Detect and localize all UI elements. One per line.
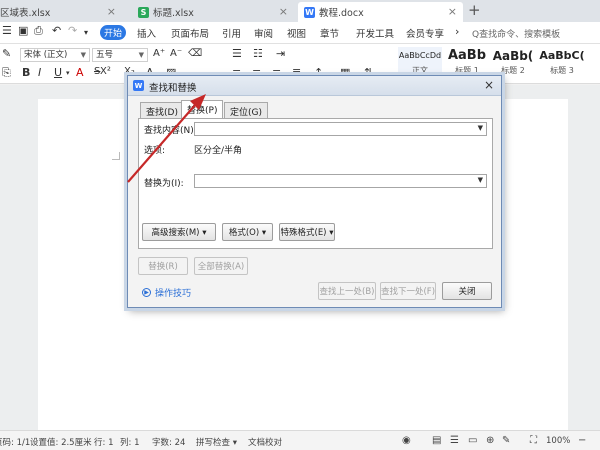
tab-xlsx-2[interactable]: S 标题.xlsx × (132, 2, 294, 22)
tab-chapter[interactable]: 章节 (320, 26, 339, 40)
bullets-icon[interactable]: ☰ (232, 47, 242, 60)
tab-start[interactable]: 开始 (100, 25, 126, 40)
margin-corner-mark (112, 152, 120, 160)
globe-icon[interactable]: ⊕ (486, 435, 494, 446)
tips-link[interactable]: ▶ 操作技巧 (142, 286, 191, 299)
font-color-icon[interactable]: A (76, 66, 84, 79)
new-tab-button[interactable]: + (468, 1, 481, 19)
tab-insert[interactable]: 插入 (137, 26, 156, 40)
zoom-out-icon[interactable]: − (578, 435, 586, 446)
tab-page-layout[interactable]: 页面布局 (171, 26, 209, 40)
replace-input[interactable]: ▼ (194, 174, 487, 188)
spreadsheet-icon: S (138, 6, 149, 18)
wps-writer-icon: W (133, 80, 144, 91)
italic-button[interactable]: I (38, 66, 41, 79)
play-icon: ▶ (142, 288, 151, 297)
chevron-down-icon: ▼ (138, 51, 144, 59)
chevron-down-icon[interactable]: ▾ (66, 69, 70, 77)
close-icon[interactable]: × (484, 78, 494, 92)
undo-icon[interactable]: ↶ (52, 24, 61, 37)
close-icon[interactable]: × (279, 5, 288, 18)
paste-icon[interactable]: ⎘ (2, 66, 11, 80)
tab-goto[interactable]: 定位(G) (224, 102, 268, 118)
tab-review[interactable]: 审阅 (254, 26, 273, 40)
spell-check[interactable]: 拼写检查 ▾ (196, 436, 237, 448)
grow-font-icon[interactable]: A⁺ (153, 48, 165, 59)
find-label: 查找内容(N): (144, 126, 197, 136)
menu-bar: ☰ ▣ ⎙ ↶ ↷ ▾ 开始 插入 页面布局 引用 审阅 视图 章节 开发工具 … (0, 22, 600, 44)
tab-docx[interactable]: W 教程.docx × (298, 2, 463, 22)
close-icon[interactable]: × (107, 5, 116, 18)
replace-label: 替换为(I): (144, 179, 184, 189)
close-button[interactable]: 关闭 (442, 282, 492, 300)
tab-references[interactable]: 引用 (222, 26, 241, 40)
tab-developer[interactable]: 开发工具 (356, 26, 394, 40)
tab-xlsx-1[interactable]: 区域表.xlsx × (0, 2, 122, 22)
word-count[interactable]: 字数: 24 (152, 436, 185, 448)
document-icon: W (304, 6, 315, 18)
find-replace-dialog: W 查找和替换 × 查找(D) 替换(P) 定位(G) 查找内容(N): ▼ 选… (127, 75, 502, 308)
document-proof[interactable]: 文档校对 (248, 436, 282, 448)
tab-find[interactable]: 查找(D) (140, 102, 184, 118)
replace-panel: 查找内容(N): ▼ 选项: 区分全/半角 替换为(I): ▼ 高级搜索(M) … (138, 118, 493, 249)
dialog-title: 查找和替换 (149, 83, 197, 94)
special-format-button[interactable]: 特殊格式(E) ▾ (279, 223, 335, 241)
eye-icon[interactable]: ◉ (402, 435, 411, 446)
tab-label: 教程.docx (319, 8, 364, 19)
fit-page-icon[interactable]: ⛶ (530, 435, 537, 446)
font-name-select[interactable]: 宋体 (正文) ▼ (20, 48, 90, 62)
replace-all-button[interactable]: 全部替换(A) (194, 257, 248, 275)
tab-label: 标题.xlsx (153, 8, 194, 19)
tab-view[interactable]: 视图 (287, 26, 306, 40)
row-indicator: 行: 1 (94, 438, 114, 448)
print-icon[interactable]: ⎙ (34, 24, 43, 38)
find-next-button[interactable]: 查找下一处(F) (380, 282, 436, 300)
file-icon[interactable]: ☰ (2, 24, 12, 37)
web-view-icon[interactable]: ▭ (468, 435, 477, 446)
tab-bar: 区域表.xlsx × S 标题.xlsx × W 教程.docx × + (0, 0, 600, 22)
options-label: 选项: (144, 146, 166, 156)
command-search[interactable]: Q查找命令、搜索模板 (472, 25, 598, 41)
clear-format-icon[interactable]: ⌫ (188, 48, 202, 59)
advanced-search-button[interactable]: 高级搜索(M) ▾ (142, 223, 216, 241)
status-bar: 页码: 1/1 设置值: 2.5厘米 行: 1 列: 1 字数: 24 拼写检查… (0, 430, 600, 450)
redo-icon[interactable]: ↷ (68, 24, 77, 37)
outline-view-icon[interactable]: ☰ (450, 435, 459, 446)
chevron-down-icon[interactable]: ▼ (478, 176, 483, 184)
chevron-down-icon[interactable]: ▼ (478, 124, 483, 132)
tab-label: 区域表.xlsx (0, 8, 51, 19)
indent-icon[interactable]: ⇥ (276, 47, 285, 60)
options-value: 区分全/半角 (194, 146, 243, 156)
tab-member[interactable]: 会员专享 (406, 26, 444, 40)
dialog-title-bar[interactable]: W 查找和替换 × (128, 76, 501, 96)
chevron-down-icon[interactable]: ▾ (84, 28, 88, 37)
chevron-down-icon: ▼ (80, 51, 86, 59)
page-count[interactable]: 页码: 1/1 (0, 436, 30, 448)
save-icon[interactable]: ▣ (18, 24, 28, 37)
numbering-icon[interactable]: ☷ (253, 47, 263, 60)
settings-value[interactable]: 设置值: 2.5厘米 (30, 436, 92, 448)
replace-button[interactable]: 替换(R) (138, 257, 188, 275)
tab-replace[interactable]: 替换(P) (181, 100, 224, 119)
more-tabs-icon[interactable]: › (455, 25, 459, 38)
zoom-level[interactable]: 100% (546, 436, 570, 446)
find-previous-button[interactable]: 查找上一处(B) (318, 282, 376, 300)
page-view-icon[interactable]: ▤ (432, 435, 441, 446)
font-size-select[interactable]: 五号 ▼ (92, 48, 148, 62)
column-indicator: 列: 1 (120, 438, 140, 448)
close-icon[interactable]: × (448, 5, 457, 18)
bold-button[interactable]: B (22, 66, 30, 79)
underline-button[interactable]: U (54, 66, 62, 79)
format-painter-icon[interactable]: ✎ (2, 47, 11, 60)
edit-icon[interactable]: ✎ (502, 435, 510, 446)
shrink-font-icon[interactable]: A⁻ (170, 48, 182, 59)
format-button[interactable]: 格式(O) ▾ (222, 223, 273, 241)
superscript-button[interactable]: X² (100, 66, 111, 77)
find-input[interactable]: ▼ (194, 122, 487, 136)
style-heading-3[interactable]: AaBbC( 标题 3 (536, 47, 588, 81)
